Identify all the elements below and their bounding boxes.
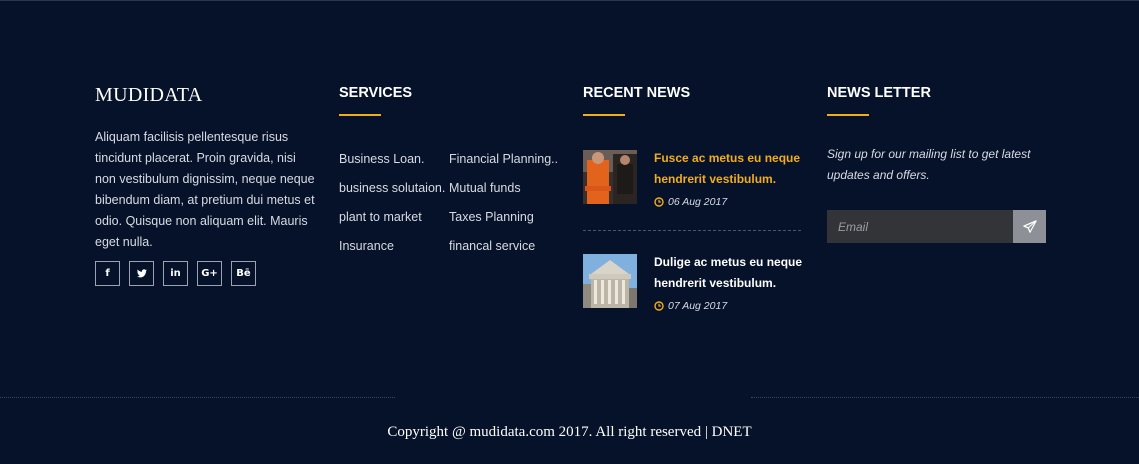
newsletter-section: NEWS LETTER Sign up for our mailing list… xyxy=(827,84,1057,243)
title-underline xyxy=(583,114,625,116)
paper-plane-icon xyxy=(1022,219,1037,233)
service-link[interactable]: Mutual funds xyxy=(449,174,564,203)
title-underline xyxy=(339,114,381,116)
service-link[interactable]: plant to market xyxy=(339,203,449,232)
footer-divider xyxy=(0,397,395,398)
about-section: MUDIDATA Aliquam facilisis pellentesque … xyxy=(95,84,315,286)
news-divider xyxy=(583,230,801,231)
newsletter-form xyxy=(827,210,1046,243)
news-headline[interactable]: Fusce ac metus eu neque hendrerit vestib… xyxy=(654,151,800,186)
about-text: Aliquam facilisis pellentesque risus tin… xyxy=(95,130,315,249)
footer-divider xyxy=(751,397,1139,398)
service-link[interactable]: Financial Planning.. xyxy=(449,145,564,174)
service-link[interactable]: Business Loan. xyxy=(339,145,449,174)
news-body: Dulige ac metus eu neque hendrerit vesti… xyxy=(654,252,808,312)
service-link[interactable]: Taxes Planning xyxy=(449,203,564,232)
services-title: SERVICES xyxy=(339,85,413,101)
news-thumbnail[interactable] xyxy=(583,254,637,308)
news-item: Fusce ac metus eu neque hendrerit vestib… xyxy=(583,150,808,208)
service-link[interactable]: Insurance xyxy=(339,232,449,261)
subscribe-button[interactable] xyxy=(1013,210,1046,243)
services-list: Business Loan. Financial Planning.. busi… xyxy=(339,145,564,261)
news-body: Fusce ac metus eu neque hendrerit vestib… xyxy=(654,148,808,208)
news-date-text: 06 Aug 2017 xyxy=(668,196,728,208)
email-field[interactable] xyxy=(827,210,1013,243)
news-date-text: 07 Aug 2017 xyxy=(668,300,728,312)
clock-icon xyxy=(654,197,664,207)
clock-icon xyxy=(654,301,664,311)
facebook-icon[interactable]: f xyxy=(95,261,120,286)
google-plus-icon[interactable]: G+ xyxy=(197,261,222,286)
newsletter-title: NEWS LETTER xyxy=(827,85,931,101)
news-title: RECENT NEWS xyxy=(583,85,691,101)
twitter-icon[interactable] xyxy=(129,261,154,286)
social-links: f in G+ Bē xyxy=(95,261,315,286)
behance-icon[interactable]: Bē xyxy=(231,261,256,286)
top-border xyxy=(0,0,1139,1)
recent-news-section: RECENT NEWS Fusce ac metus eu neque hend… xyxy=(583,84,808,312)
services-section: SERVICES Business Loan. Financial Planni… xyxy=(339,84,564,261)
linkedin-icon[interactable]: in xyxy=(163,261,188,286)
news-headline[interactable]: Dulige ac metus eu neque hendrerit vesti… xyxy=(654,255,802,290)
news-thumbnail[interactable] xyxy=(583,150,637,204)
footer-brand: MUDIDATA xyxy=(95,84,203,106)
newsletter-text: Sign up for our mailing list to get late… xyxy=(827,147,1031,182)
service-link[interactable]: financal service xyxy=(449,232,564,261)
news-item: Dulige ac metus eu neque hendrerit vesti… xyxy=(583,254,808,312)
news-date: 06 Aug 2017 xyxy=(654,196,808,208)
title-underline xyxy=(827,114,869,116)
service-link[interactable]: business solutaion. xyxy=(339,174,449,203)
copyright-text: Copyright @ mudidata.com 2017. All right… xyxy=(387,424,752,440)
news-date: 07 Aug 2017 xyxy=(654,300,808,312)
